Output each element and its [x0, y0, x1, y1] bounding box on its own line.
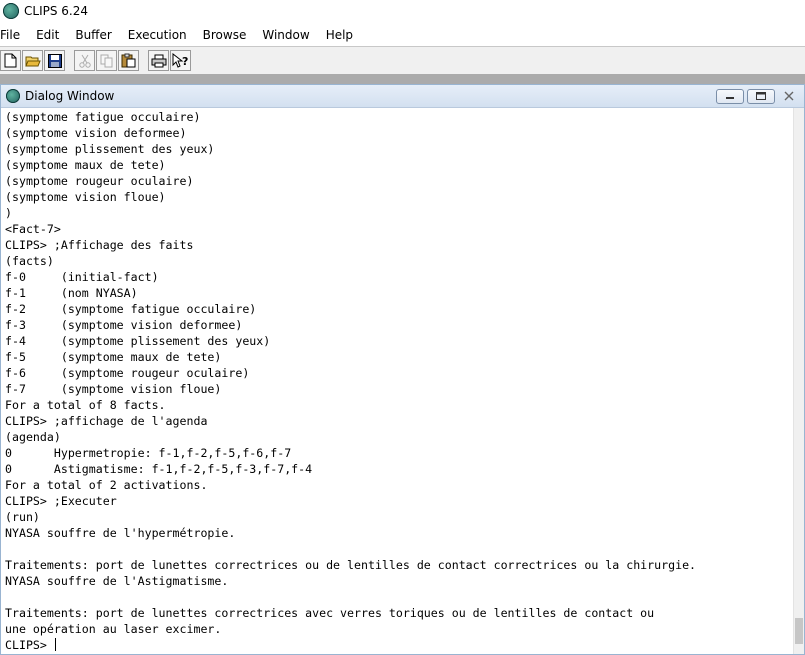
window-controls: [716, 88, 800, 104]
console-line: 0 Hypermetropie: f-1,f-2,f-5,f-6,f-7: [5, 446, 292, 460]
menu-edit[interactable]: Edit: [36, 28, 67, 42]
open-folder-icon: [24, 56, 41, 66]
new-file-button[interactable]: [0, 50, 21, 71]
text-caret: [54, 638, 56, 651]
console-line: 0 Astigmatisme: f-1,f-2,f-5,f-3,f-7,f-4: [5, 462, 313, 476]
toolbar: ?: [0, 46, 805, 75]
console-line: f-7 (symptome vision floue): [5, 382, 222, 396]
console-line: CLIPS> ;Executer: [5, 494, 117, 508]
console-line: (symptome maux de tete): [5, 158, 166, 172]
menu-buffer[interactable]: Buffer: [75, 28, 119, 42]
help-pointer-icon: ?: [172, 53, 188, 68]
restore-icon: [756, 92, 766, 100]
console-prompt-line[interactable]: CLIPS>: [5, 637, 795, 653]
dialog-title: Dialog Window: [25, 89, 115, 103]
print-icon: [151, 54, 166, 67]
close-icon: [784, 91, 794, 101]
mdi-workspace: Dialog Window (symptome fatigue occulair…: [0, 74, 805, 655]
app-title: CLIPS 6.24: [24, 4, 88, 18]
menu-file[interactable]: File: [0, 28, 28, 42]
console-line: <Fact-7>: [5, 222, 61, 236]
console-line: NYASA souffre de l'Astigmatisme.: [5, 574, 229, 588]
menu-help[interactable]: Help: [326, 28, 361, 42]
menu-execution[interactable]: Execution: [128, 28, 195, 42]
console-line: (run): [5, 510, 40, 524]
console-line: f-3 (symptome vision deformee): [5, 318, 243, 332]
minimize-icon: [726, 97, 734, 99]
minimize-button[interactable]: [716, 88, 744, 104]
cut-button[interactable]: [74, 50, 95, 71]
console-line: ): [5, 206, 12, 220]
copy-button[interactable]: [96, 50, 117, 71]
console-line: (symptome fatigue occulaire): [5, 110, 201, 124]
console-line: (symptome plissement des yeux): [5, 142, 215, 156]
console-line: (symptome rougeur oculaire): [5, 174, 194, 188]
dialog-title-bar[interactable]: Dialog Window: [1, 85, 804, 108]
console-line: f-4 (symptome plissement des yeux): [5, 334, 271, 348]
console-prompt: CLIPS>: [5, 638, 54, 652]
console-line: (symptome vision floue): [5, 190, 166, 204]
console-line: CLIPS> ;Affichage des faits: [5, 238, 194, 252]
restore-button[interactable]: [747, 88, 775, 104]
paste-icon: [121, 53, 136, 68]
new-file-icon: [4, 53, 17, 68]
console-line: f-2 (symptome fatigue occulaire): [5, 302, 257, 316]
console-line: (agenda): [5, 430, 61, 444]
console-line: (facts): [5, 254, 54, 268]
svg-text:?: ?: [182, 55, 188, 68]
cut-icon: [78, 54, 91, 68]
dialog-window: Dialog Window (symptome fatigue occulair…: [0, 84, 805, 655]
vertical-scrollbar[interactable]: [793, 108, 804, 654]
console-line: For a total of 2 activations.: [5, 478, 208, 492]
menu-window[interactable]: Window: [262, 28, 317, 42]
console-line: For a total of 8 facts.: [5, 398, 166, 412]
clips-app-icon: [3, 3, 19, 19]
console-line: (symptome vision deformee): [5, 126, 187, 140]
menu-browse[interactable]: Browse: [203, 28, 255, 42]
console-line: f-5 (symptome maux de tete): [5, 350, 222, 364]
print-button[interactable]: [148, 50, 169, 71]
save-button[interactable]: [44, 50, 65, 71]
menu-bar: File Edit Buffer Execution Browse Window…: [0, 24, 805, 45]
console-line: Traitements: port de lunettes correctric…: [5, 606, 655, 620]
console-line: CLIPS> ;affichage de l'agenda: [5, 414, 208, 428]
console-line: NYASA souffre de l'hypermétropie.: [5, 526, 236, 540]
console-line: f-1 (nom NYASA): [5, 286, 138, 300]
app-title-bar: CLIPS 6.24: [0, 0, 805, 22]
context-help-button[interactable]: ?: [170, 50, 191, 71]
console-line: Traitements: port de lunettes correctric…: [5, 558, 697, 572]
paste-button[interactable]: [118, 50, 139, 71]
close-button[interactable]: [778, 89, 800, 104]
dialog-window-icon: [6, 89, 20, 103]
save-icon: [47, 53, 62, 68]
copy-icon: [100, 54, 112, 67]
console-line: f-6 (symptome rougeur oculaire): [5, 366, 250, 380]
console-output[interactable]: (symptome fatigue occulaire) (symptome vi…: [5, 109, 795, 654]
console-line: une opération au laser excimer.: [5, 622, 222, 636]
console-line: f-0 (initial-fact): [5, 270, 159, 284]
open-file-button[interactable]: [22, 50, 43, 71]
scrollbar-thumb[interactable]: [795, 618, 803, 644]
